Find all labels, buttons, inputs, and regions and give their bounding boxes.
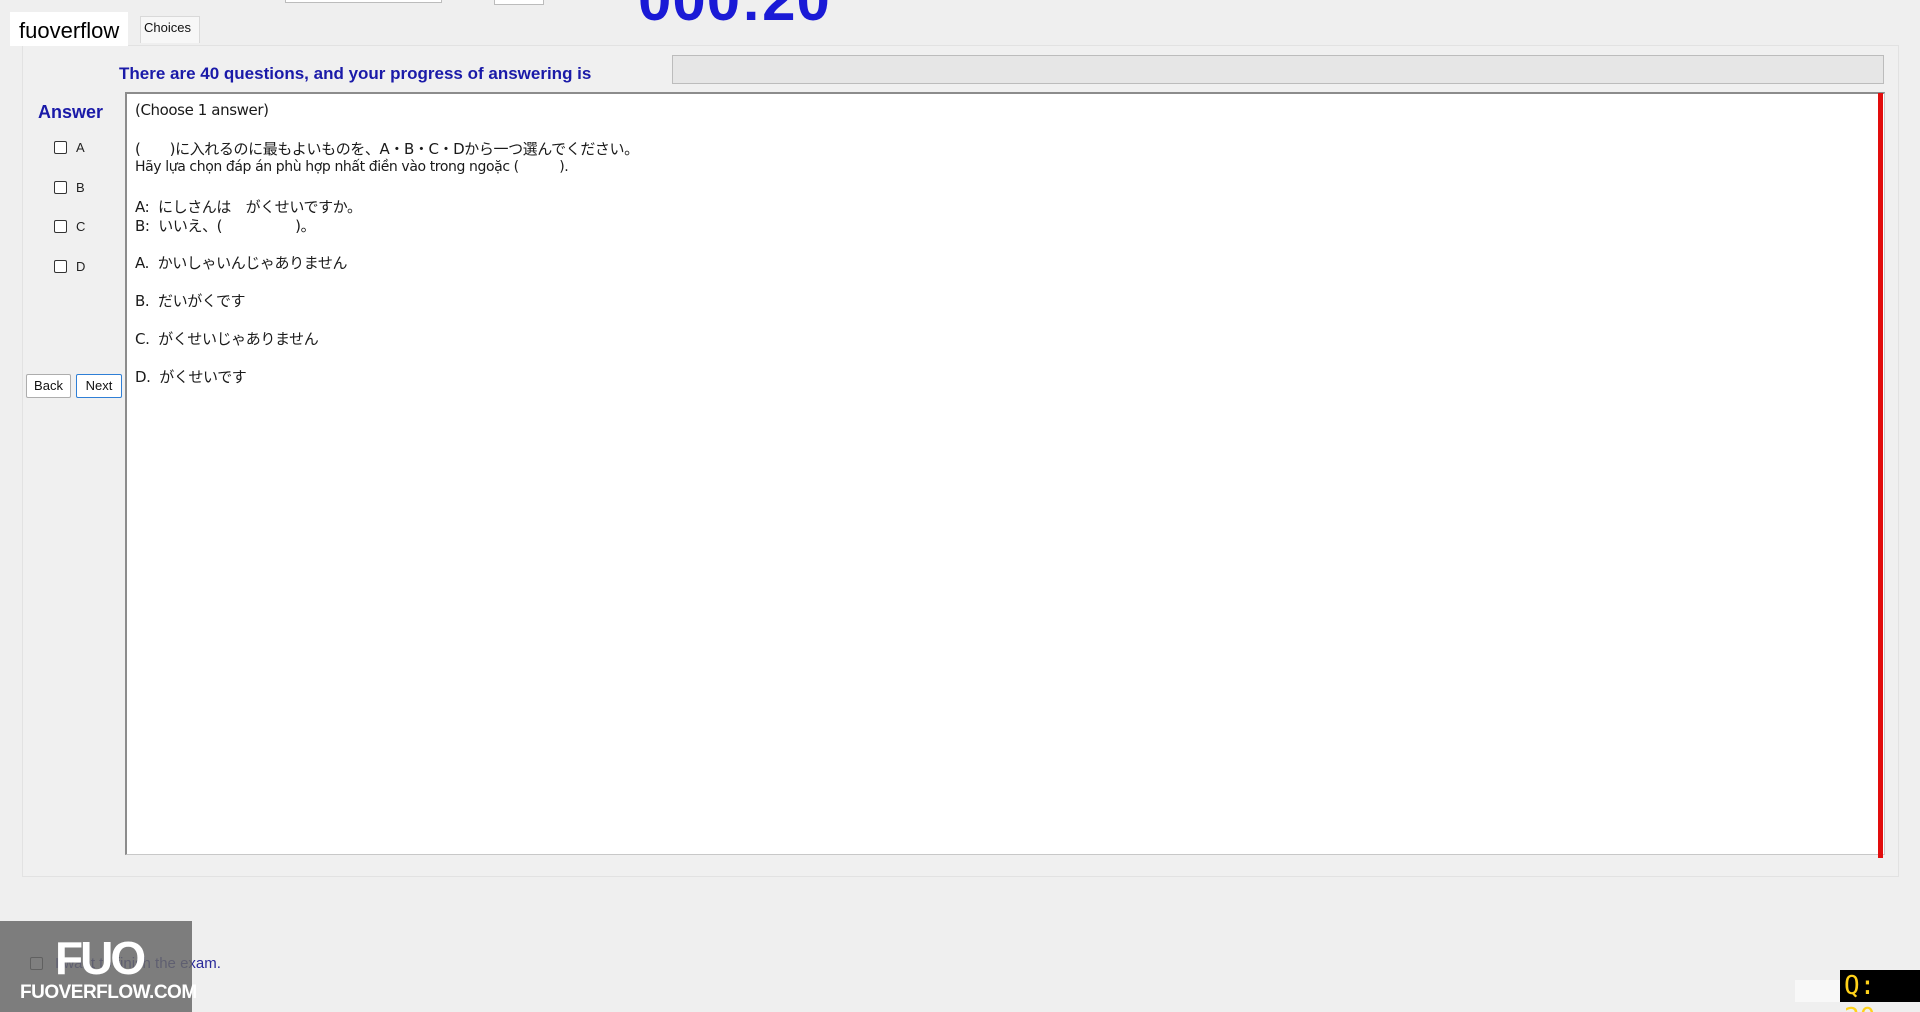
dialog-line-a: A: にしさんは がくせいですか。 (135, 198, 362, 216)
answer-checkbox-d[interactable] (54, 259, 67, 273)
progress-bar (672, 55, 1884, 84)
back-button[interactable]: Back (26, 374, 71, 398)
answer-checkbox-b[interactable] (54, 180, 67, 194)
watermark-label: fuoverflow (10, 12, 129, 46)
question-prompt-japanese: ( )に入れるのに最もよいものを、A・B・C・Dから一つ選んでください。 (135, 140, 639, 158)
progress-text: There are 40 questions, and your progres… (119, 64, 592, 83)
top-text-field[interactable] (285, 0, 442, 3)
question-content-area[interactable] (125, 92, 1885, 855)
top-spin-field[interactable] (494, 0, 544, 5)
choice-d: D. がくせいです (135, 368, 247, 386)
answer-label-a: A (76, 139, 85, 155)
question-prompt-vietnamese: Hãy lựa chọn đáp án phù hợp nhất điền và… (135, 159, 569, 175)
question-red-border (1878, 93, 1883, 858)
choice-b: B. だいがくです (135, 292, 246, 310)
choice-a: A. かいしゃいんじゃありません (135, 254, 348, 272)
next-button[interactable]: Next (76, 374, 122, 398)
choice-c: C. がくせいじゃありません (135, 330, 319, 348)
answer-option-a[interactable]: A (54, 138, 85, 156)
exam-window: 000:20 fuoverflow Choices There are 40 q… (0, 0, 1920, 1012)
answer-title: Answer (38, 102, 104, 122)
answer-option-b[interactable]: B (54, 178, 85, 196)
question-instruction: (Choose 1 answer) (135, 101, 269, 119)
counter-backdrop (1795, 980, 1840, 1002)
fuoverflow-logo: FUO FUOVERFLOW.COM (0, 921, 197, 1012)
answer-option-d[interactable]: D (54, 257, 85, 275)
question-counter: Q: 20 (1840, 970, 1920, 1012)
logo-text: FUOVERFLOW.COM (20, 982, 197, 1003)
dialog-line-b: B: いいえ、( )。 (135, 217, 316, 235)
tab-choices[interactable]: Choices (140, 16, 200, 43)
answer-label-d: D (76, 258, 86, 274)
logo-mark: FUO (55, 932, 146, 984)
exam-timer: 000:20 (638, 0, 831, 30)
answer-checkbox-a[interactable] (54, 140, 67, 154)
answer-label-c: C (76, 218, 86, 234)
answer-checkbox-c[interactable] (54, 219, 67, 233)
answer-option-c[interactable]: C (54, 217, 85, 235)
answer-label-b: B (76, 179, 85, 195)
